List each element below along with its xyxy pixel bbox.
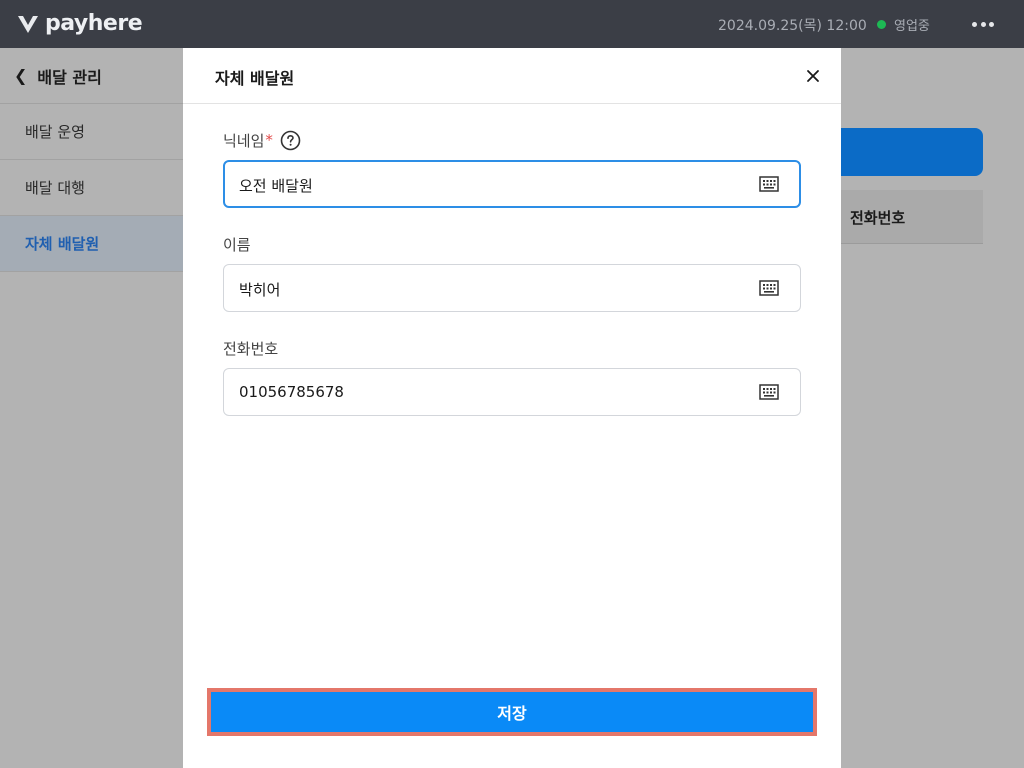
sidebar-title: 배달 관리 — [37, 67, 102, 87]
help-icon[interactable] — [280, 130, 301, 151]
modal-header: 자체 배달원 — [183, 48, 841, 104]
keyboard-icon[interactable] — [759, 279, 779, 297]
name-input[interactable]: 박히어 — [223, 264, 801, 312]
background-primary-button — [841, 128, 983, 176]
nickname-value: 오전 배달원 — [239, 177, 313, 195]
phone-input[interactable]: 01056785678 — [223, 368, 801, 416]
more-dot-icon — [989, 21, 994, 27]
more-dot-icon — [980, 21, 986, 27]
status-text: 영업중 — [894, 19, 930, 34]
back-button[interactable]: ❮ 배달 관리 — [0, 48, 183, 104]
column-header-phone: 전화번호 — [850, 209, 906, 227]
save-button-highlight: 저장 — [207, 688, 817, 736]
more-menu-button[interactable] — [972, 14, 994, 34]
save-button[interactable]: 저장 — [211, 692, 813, 732]
sidebar-item-own-couriers[interactable]: 자체 배달원 — [0, 216, 183, 272]
courier-modal: 자체 배달원 닉네임 * 오전 배달원 이름 박히어 전화번호 01056785… — [183, 48, 841, 768]
sidebar: ❮ 배달 관리 배달 운영 배달 대행 자체 배달원 — [0, 48, 183, 768]
modal-title: 자체 배달원 — [215, 69, 295, 88]
store-status: 영업중 — [877, 15, 930, 34]
name-field: 이름 박히어 — [223, 233, 801, 312]
sidebar-item-label: 배달 대행 — [25, 179, 85, 197]
nickname-input[interactable]: 오전 배달원 — [223, 160, 801, 208]
chevron-left-icon: ❮ — [14, 66, 28, 85]
sidebar-item-delivery-agency[interactable]: 배달 대행 — [0, 160, 183, 216]
nickname-field: 닉네임 * 오전 배달원 — [223, 129, 801, 208]
payhere-logo-icon — [18, 15, 38, 33]
brand-name: payhere — [45, 11, 143, 36]
background-table-header: 전화번호 — [841, 190, 983, 244]
phone-field: 전화번호 01056785678 — [223, 337, 801, 416]
name-label: 이름 — [223, 233, 801, 255]
nickname-label-text: 닉네임 — [223, 131, 265, 150]
sidebar-item-label: 자체 배달원 — [25, 235, 100, 253]
status-dot-icon — [877, 20, 886, 29]
sidebar-item-label: 배달 운영 — [25, 123, 85, 141]
nickname-label: 닉네임 * — [223, 129, 801, 151]
more-dot-icon — [972, 21, 977, 27]
keyboard-icon[interactable] — [759, 383, 779, 401]
required-mark: * — [265, 131, 273, 149]
phone-value: 01056785678 — [239, 383, 344, 401]
close-icon[interactable] — [803, 66, 823, 86]
sidebar-item-delivery-operation[interactable]: 배달 운영 — [0, 104, 183, 160]
phone-label-text: 전화번호 — [223, 339, 279, 358]
datetime-display: 2024.09.25(목) 12:00 — [718, 18, 867, 34]
brand-logo: payhere — [17, 11, 143, 36]
keyboard-icon[interactable] — [759, 175, 779, 193]
phone-label: 전화번호 — [223, 337, 801, 359]
top-bar: payhere 2024.09.25(목) 12:00 영업중 — [0, 0, 1024, 48]
name-value: 박히어 — [239, 281, 281, 299]
name-label-text: 이름 — [223, 235, 251, 254]
